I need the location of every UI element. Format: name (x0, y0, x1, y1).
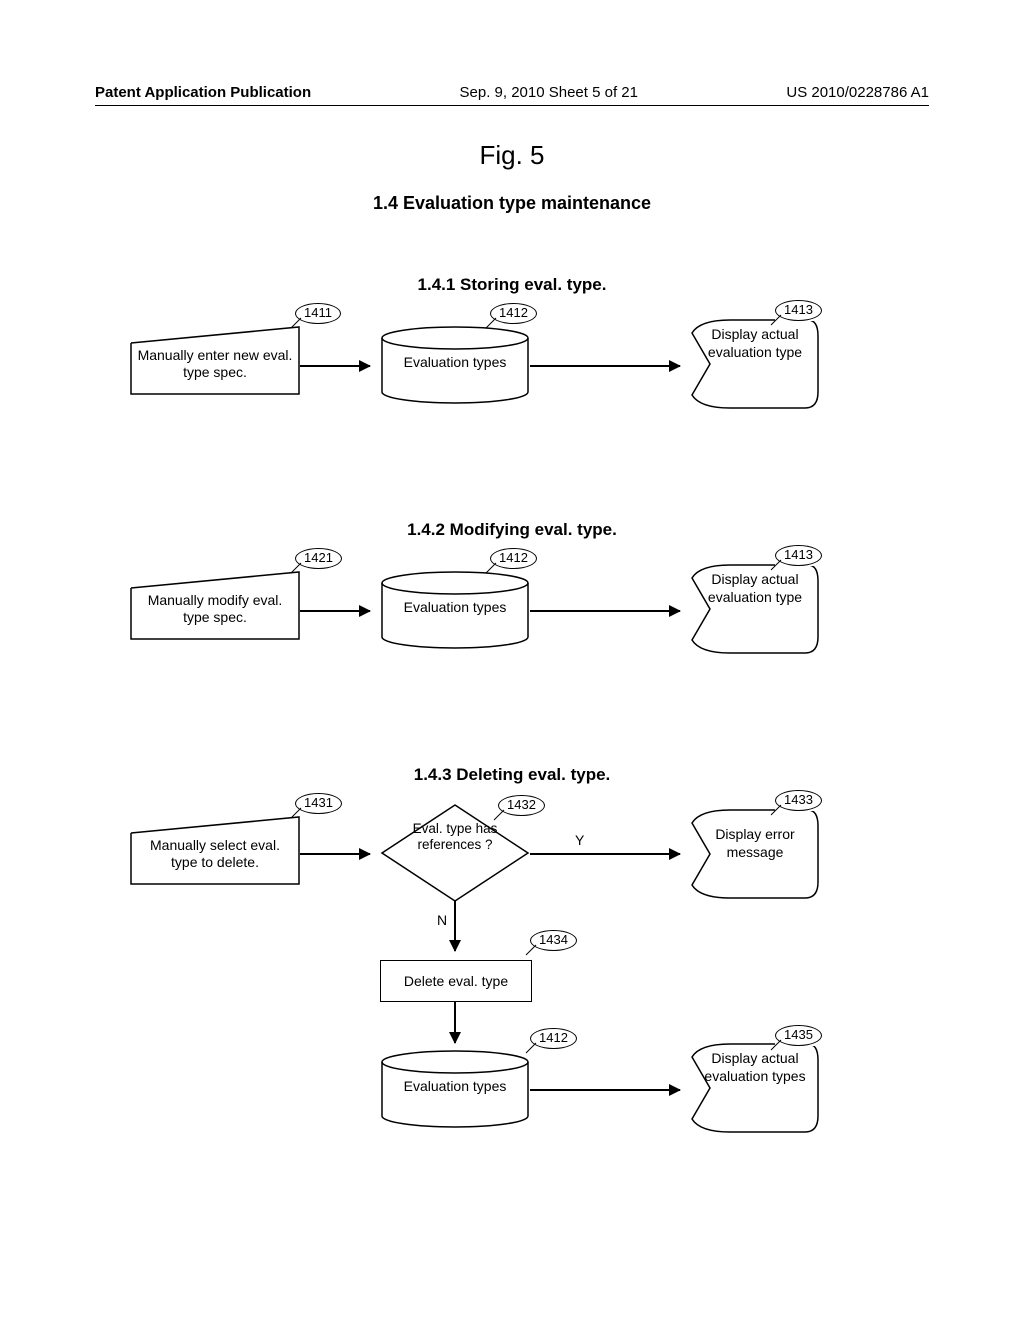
arrow-icon (300, 853, 370, 855)
display-2-text: Display actual evaluation type (702, 571, 808, 606)
header-rule (95, 105, 929, 106)
section-3-title: 1.4.3 Deleting eval. type. (0, 765, 1024, 785)
decision-text: Eval. type has references ? (398, 821, 512, 853)
database-2: Evaluation types (380, 571, 530, 649)
callout-1411: 1411 (295, 303, 341, 324)
display-2: Display actual evaluation type (690, 563, 820, 655)
display-ok-text: Display actual evaluation types (702, 1050, 808, 1085)
display-ok: Display actual evaluation types (690, 1042, 820, 1134)
callout-1412a: 1412 (490, 303, 537, 324)
arrow-icon (300, 365, 370, 367)
diagram-title: 1.4 Evaluation type maintenance (0, 193, 1024, 214)
section-1-title: 1.4.1 Storing eval. type. (0, 275, 1024, 295)
arrow-icon (454, 901, 456, 951)
callout-1435: 1435 (775, 1025, 822, 1046)
decision-references: Eval. type has references ? (380, 803, 530, 903)
arrow-icon (300, 610, 370, 612)
database-1-text: Evaluation types (380, 354, 530, 370)
callout-1413a: 1413 (775, 300, 822, 321)
manual-input-3-text: Manually select eval. type to delete. (136, 837, 294, 872)
edge-label-n: N (437, 912, 447, 928)
callout-1421: 1421 (295, 548, 342, 569)
callout-1433: 1433 (775, 790, 822, 811)
database-1: Evaluation types (380, 326, 530, 404)
manual-input-1-text: Manually enter new eval. type spec. (136, 347, 294, 382)
database-3-text: Evaluation types (380, 1078, 530, 1094)
callout-1413b: 1413 (775, 545, 822, 566)
display-1: Display actual evaluation type (690, 318, 820, 410)
process-delete-text: Delete eval. type (404, 973, 508, 989)
callout-1432: 1432 (498, 795, 545, 816)
callout-1412c: 1412 (530, 1028, 577, 1049)
page-header: Patent Application Publication Sep. 9, 2… (95, 84, 929, 101)
callout-1434: 1434 (530, 930, 577, 951)
manual-input-3: Manually select eval. type to delete. (130, 815, 300, 885)
arrow-icon (454, 1001, 456, 1043)
arrow-icon (530, 1089, 680, 1091)
edge-label-y: Y (575, 832, 584, 848)
arrow-icon (530, 610, 680, 612)
display-error-text: Display error message (702, 826, 808, 861)
database-3: Evaluation types (380, 1050, 530, 1128)
manual-input-1: Manually enter new eval. type spec. (130, 325, 300, 395)
display-1-text: Display actual evaluation type (702, 326, 808, 361)
callout-1412b: 1412 (490, 548, 537, 569)
header-right: US 2010/0228786 A1 (786, 84, 929, 101)
display-error: Display error message (690, 808, 820, 900)
database-2-text: Evaluation types (380, 599, 530, 615)
figure-label: Fig. 5 (0, 140, 1024, 171)
manual-input-2: Manually modify eval. type spec. (130, 570, 300, 640)
header-left: Patent Application Publication (95, 84, 311, 101)
arrow-icon (530, 853, 680, 855)
process-delete: Delete eval. type (380, 960, 532, 1002)
header-middle: Sep. 9, 2010 Sheet 5 of 21 (460, 84, 638, 101)
section-2-title: 1.4.2 Modifying eval. type. (0, 520, 1024, 540)
manual-input-2-text: Manually modify eval. type spec. (136, 592, 294, 627)
callout-1431: 1431 (295, 793, 342, 814)
arrow-icon (530, 365, 680, 367)
